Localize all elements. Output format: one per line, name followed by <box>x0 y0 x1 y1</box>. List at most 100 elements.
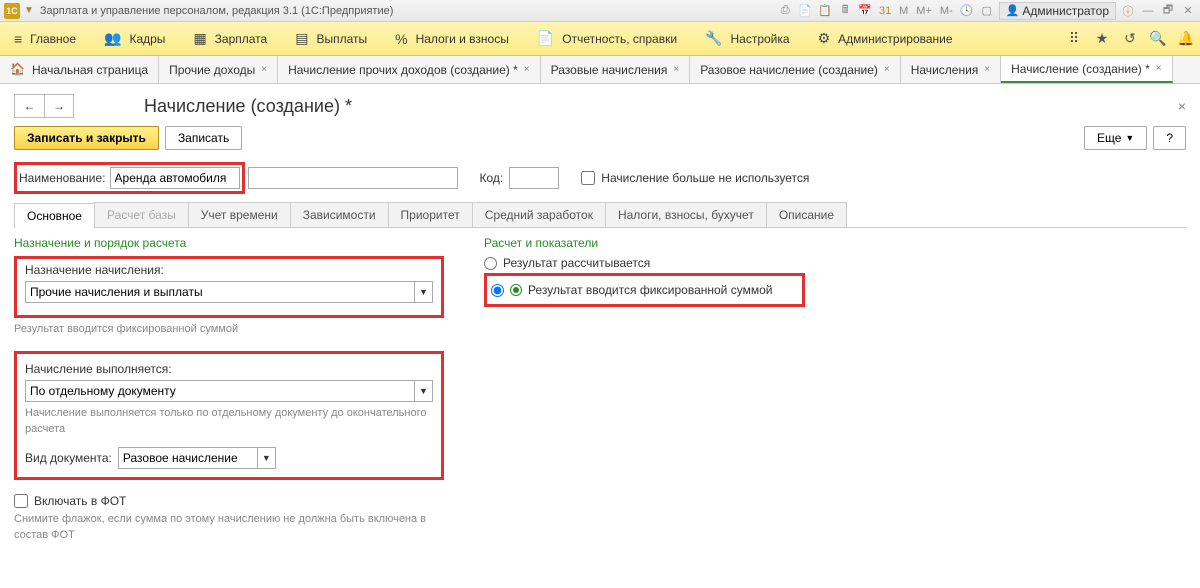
tab-onetime[interactable]: Разовые начисления× <box>541 56 691 83</box>
close-icon[interactable]: × <box>261 64 267 75</box>
tab-deps[interactable]: Зависимости <box>290 202 389 227</box>
back-button[interactable]: ← <box>14 94 44 118</box>
nav-staff[interactable]: 👥Кадры <box>90 22 179 55</box>
dest-input[interactable] <box>25 281 415 303</box>
print-icon[interactable]: ⎙ <box>777 3 793 19</box>
tab-accruals[interactable]: Начисления× <box>901 56 1001 83</box>
m-plus-icon[interactable]: M+ <box>914 5 934 17</box>
highlight-box: Начисление выполняется: ▼ Начисление вып… <box>14 351 444 480</box>
radio-input[interactable] <box>484 257 497 270</box>
radio-calculated[interactable]: Результат рассчитывается <box>484 256 914 270</box>
doc-icon[interactable]: 📄 <box>797 3 813 19</box>
chevron-down-icon[interactable]: ▼ <box>415 281 433 303</box>
more-button[interactable]: Еще▼ <box>1084 126 1147 150</box>
tab-income[interactable]: Прочие доходы × <box>159 56 278 83</box>
dest-select[interactable]: ▼ <box>25 281 433 303</box>
page-title: Начисление (создание) * <box>144 96 352 117</box>
user-badge[interactable]: 👤 Администратор <box>999 2 1116 20</box>
date-icon[interactable]: 31 <box>877 3 893 19</box>
minimize-icon[interactable]: — <box>1140 3 1156 19</box>
tab-tax[interactable]: Налоги, взносы, бухучет <box>605 202 767 227</box>
disabled-checkbox[interactable] <box>581 171 595 185</box>
nav-admin[interactable]: ⚙Администрирование <box>804 22 967 55</box>
nav-main[interactable]: ≡Главное <box>0 22 90 55</box>
name-input-ext[interactable] <box>248 167 458 189</box>
clock-icon[interactable]: 🕓 <box>959 3 975 19</box>
save-button[interactable]: Записать <box>165 126 242 150</box>
close-icon[interactable]: × <box>884 64 890 75</box>
nav-reports[interactable]: 📄Отчетность, справки <box>523 22 691 55</box>
name-input[interactable] <box>110 167 240 189</box>
doc-input[interactable] <box>118 447 258 469</box>
tab-label: Начисление прочих доходов (создание) * <box>288 63 518 77</box>
info-icon[interactable]: ⓘ <box>1120 3 1136 19</box>
nav-salary[interactable]: ▦Зарплата <box>179 22 281 55</box>
fot-checkbox-row[interactable]: Включать в ФОТ <box>14 494 444 508</box>
page-close-icon[interactable]: × <box>1178 98 1186 114</box>
copy-icon[interactable]: 📋 <box>817 3 833 19</box>
close-icon[interactable]: × <box>673 64 679 75</box>
table-icon: ▦ <box>193 30 206 47</box>
page-content: ← → Начисление (создание) * × Записать и… <box>0 84 1200 567</box>
close-icon[interactable]: × <box>984 64 990 75</box>
history-icon[interactable]: ↺ <box>1116 22 1144 55</box>
panel-icon[interactable]: ▢ <box>979 3 995 19</box>
tab-time[interactable]: Учет времени <box>188 202 291 227</box>
wrench-icon: 🔧 <box>705 30 722 47</box>
maximize-icon[interactable]: 🗗 <box>1160 3 1176 19</box>
forward-button[interactable]: → <box>44 94 74 118</box>
document-tabs: 🏠Начальная страница Прочие доходы × Начис… <box>0 56 1200 84</box>
left-column: Назначение и порядок расчета Назначение … <box>14 236 444 557</box>
fot-checkbox[interactable] <box>14 494 28 508</box>
nav-label: Налоги и взносы <box>416 32 509 46</box>
doc-label: Вид документа: <box>25 451 112 465</box>
code-label: Код: <box>480 171 504 185</box>
close-icon[interactable]: × <box>1156 63 1162 74</box>
chevron-down-icon[interactable]: ▼ <box>258 447 276 469</box>
tab-income-create[interactable]: Начисление прочих доходов (создание) * × <box>278 56 541 83</box>
inner-tabs: Основное Расчет базы Учет времени Зависи… <box>14 202 1186 228</box>
nav-payments[interactable]: ▤Выплаты <box>281 22 381 55</box>
calendar-icon[interactable]: 📅 <box>857 3 873 19</box>
radio-label: Результат рассчитывается <box>503 256 650 270</box>
grid-icon[interactable]: ⠿ <box>1060 22 1088 55</box>
nav-settings[interactable]: 🔧Настройка <box>691 22 804 55</box>
highlight-box: Результат вводится фиксированной суммой <box>484 273 805 307</box>
close-window-icon[interactable]: ✕ <box>1180 3 1196 19</box>
app-dropdown-icon[interactable]: ▼ <box>24 5 34 16</box>
nav-taxes[interactable]: %Налоги и взносы <box>381 22 523 55</box>
close-icon[interactable]: × <box>524 64 530 75</box>
nav-label: Отчетность, справки <box>562 32 677 46</box>
tab-accrual-create[interactable]: Начисление (создание) * × <box>1001 56 1172 83</box>
nav-label: Главное <box>30 32 76 46</box>
bell-icon[interactable]: 🔔 <box>1172 22 1200 55</box>
tab-onetime-create[interactable]: Разовое начисление (создание)× <box>690 56 901 83</box>
m-minus-icon[interactable]: M- <box>938 5 955 17</box>
radio-fixed[interactable]: Результат вводится фиксированной суммой <box>491 283 772 297</box>
m-icon[interactable]: M <box>897 5 910 17</box>
search-icon[interactable]: 🔍 <box>1144 22 1172 55</box>
star-icon[interactable]: ★ <box>1088 22 1116 55</box>
gear-icon: ⚙ <box>818 30 831 47</box>
tab-home[interactable]: 🏠Начальная страница <box>0 56 159 83</box>
disabled-label: Начисление больше не используется <box>601 171 809 185</box>
exec-input[interactable] <box>25 380 415 402</box>
section-purpose: Назначение и порядок расчета <box>14 236 444 250</box>
help-button[interactable]: ? <box>1153 126 1186 150</box>
tab-main[interactable]: Основное <box>14 203 95 228</box>
code-input[interactable] <box>509 167 559 189</box>
radio-input[interactable] <box>491 284 504 297</box>
tab-label: Начисление (создание) * <box>1011 62 1150 76</box>
dest-hint: Результат вводится фиксированной суммой <box>14 322 444 337</box>
calc-icon[interactable]: 🖩 <box>837 3 853 19</box>
tab-base[interactable]: Расчет базы <box>94 202 189 227</box>
tab-priority[interactable]: Приоритет <box>388 202 473 227</box>
chevron-down-icon[interactable]: ▼ <box>415 380 433 402</box>
doc-select[interactable]: ▼ <box>118 447 276 469</box>
toolbar: Записать и закрыть Записать Еще▼ ? <box>14 126 1186 150</box>
tab-desc[interactable]: Описание <box>766 202 847 227</box>
exec-select[interactable]: ▼ <box>25 380 433 402</box>
tab-label: Прочие доходы <box>169 63 255 77</box>
save-close-button[interactable]: Записать и закрыть <box>14 126 159 150</box>
tab-avg[interactable]: Средний заработок <box>472 202 606 227</box>
